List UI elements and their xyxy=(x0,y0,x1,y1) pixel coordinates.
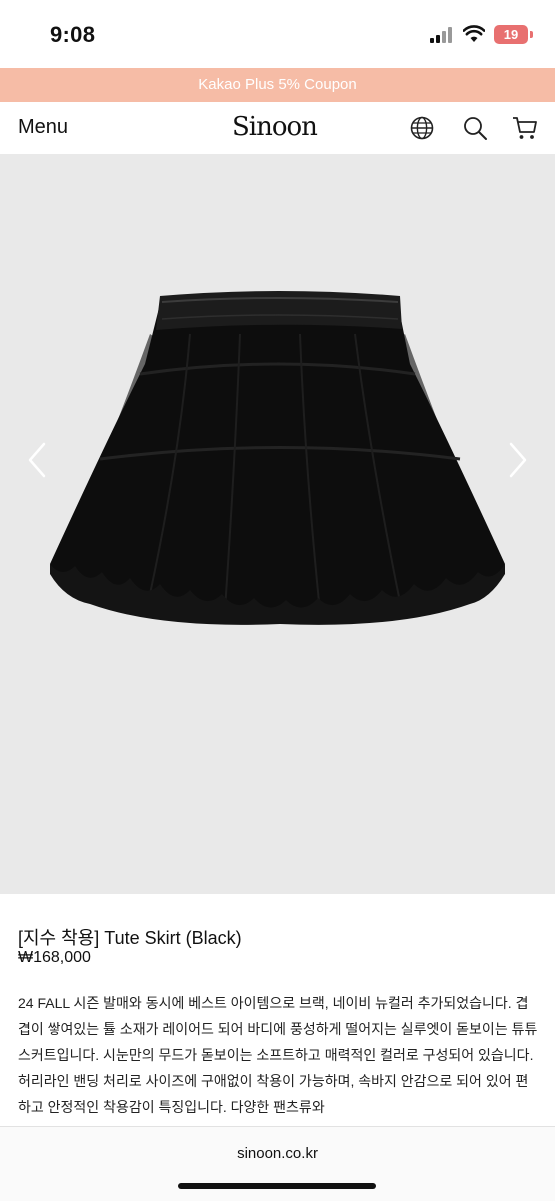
chevron-right-icon[interactable] xyxy=(503,440,533,480)
product-price: ₩168,000 xyxy=(18,949,91,966)
url-domain[interactable]: sinoon.co.kr xyxy=(0,1145,555,1162)
product-info: [지수 착용] Tute Skirt (Black) ₩168,000 24 F… xyxy=(0,894,555,1126)
site-header: Menu Sinoon xyxy=(0,102,555,154)
battery-indicator: 19 xyxy=(494,25,528,44)
product-image-skirt xyxy=(50,291,505,625)
globe-icon[interactable] xyxy=(409,115,435,141)
product-description: 24 FALL 시즌 발매와 동시에 베스트 아이템으로 브랙, 네이비 뉴컬러… xyxy=(18,995,538,1115)
promo-banner[interactable]: Kakao Plus 5% Coupon xyxy=(0,68,555,102)
battery-level: 19 xyxy=(503,27,519,42)
wifi-icon xyxy=(463,25,485,42)
home-indicator xyxy=(178,1183,376,1189)
status-bar: 9:08 19 xyxy=(0,0,555,68)
product-gallery[interactable] xyxy=(0,154,555,894)
chevron-left-icon[interactable] xyxy=(22,440,52,480)
cart-icon[interactable] xyxy=(512,115,538,141)
battery-tip xyxy=(530,31,533,38)
menu-button[interactable]: Menu xyxy=(18,116,68,139)
cellular-signal-icon xyxy=(430,27,456,43)
browser-address-bar[interactable]: sinoon.co.kr xyxy=(0,1126,555,1201)
product-title: [지수 착용] Tute Skirt (Black) xyxy=(18,928,242,948)
status-time: 9:08 xyxy=(50,22,96,47)
brand-logo[interactable]: Sinoon xyxy=(232,112,318,142)
search-icon[interactable] xyxy=(462,115,488,141)
